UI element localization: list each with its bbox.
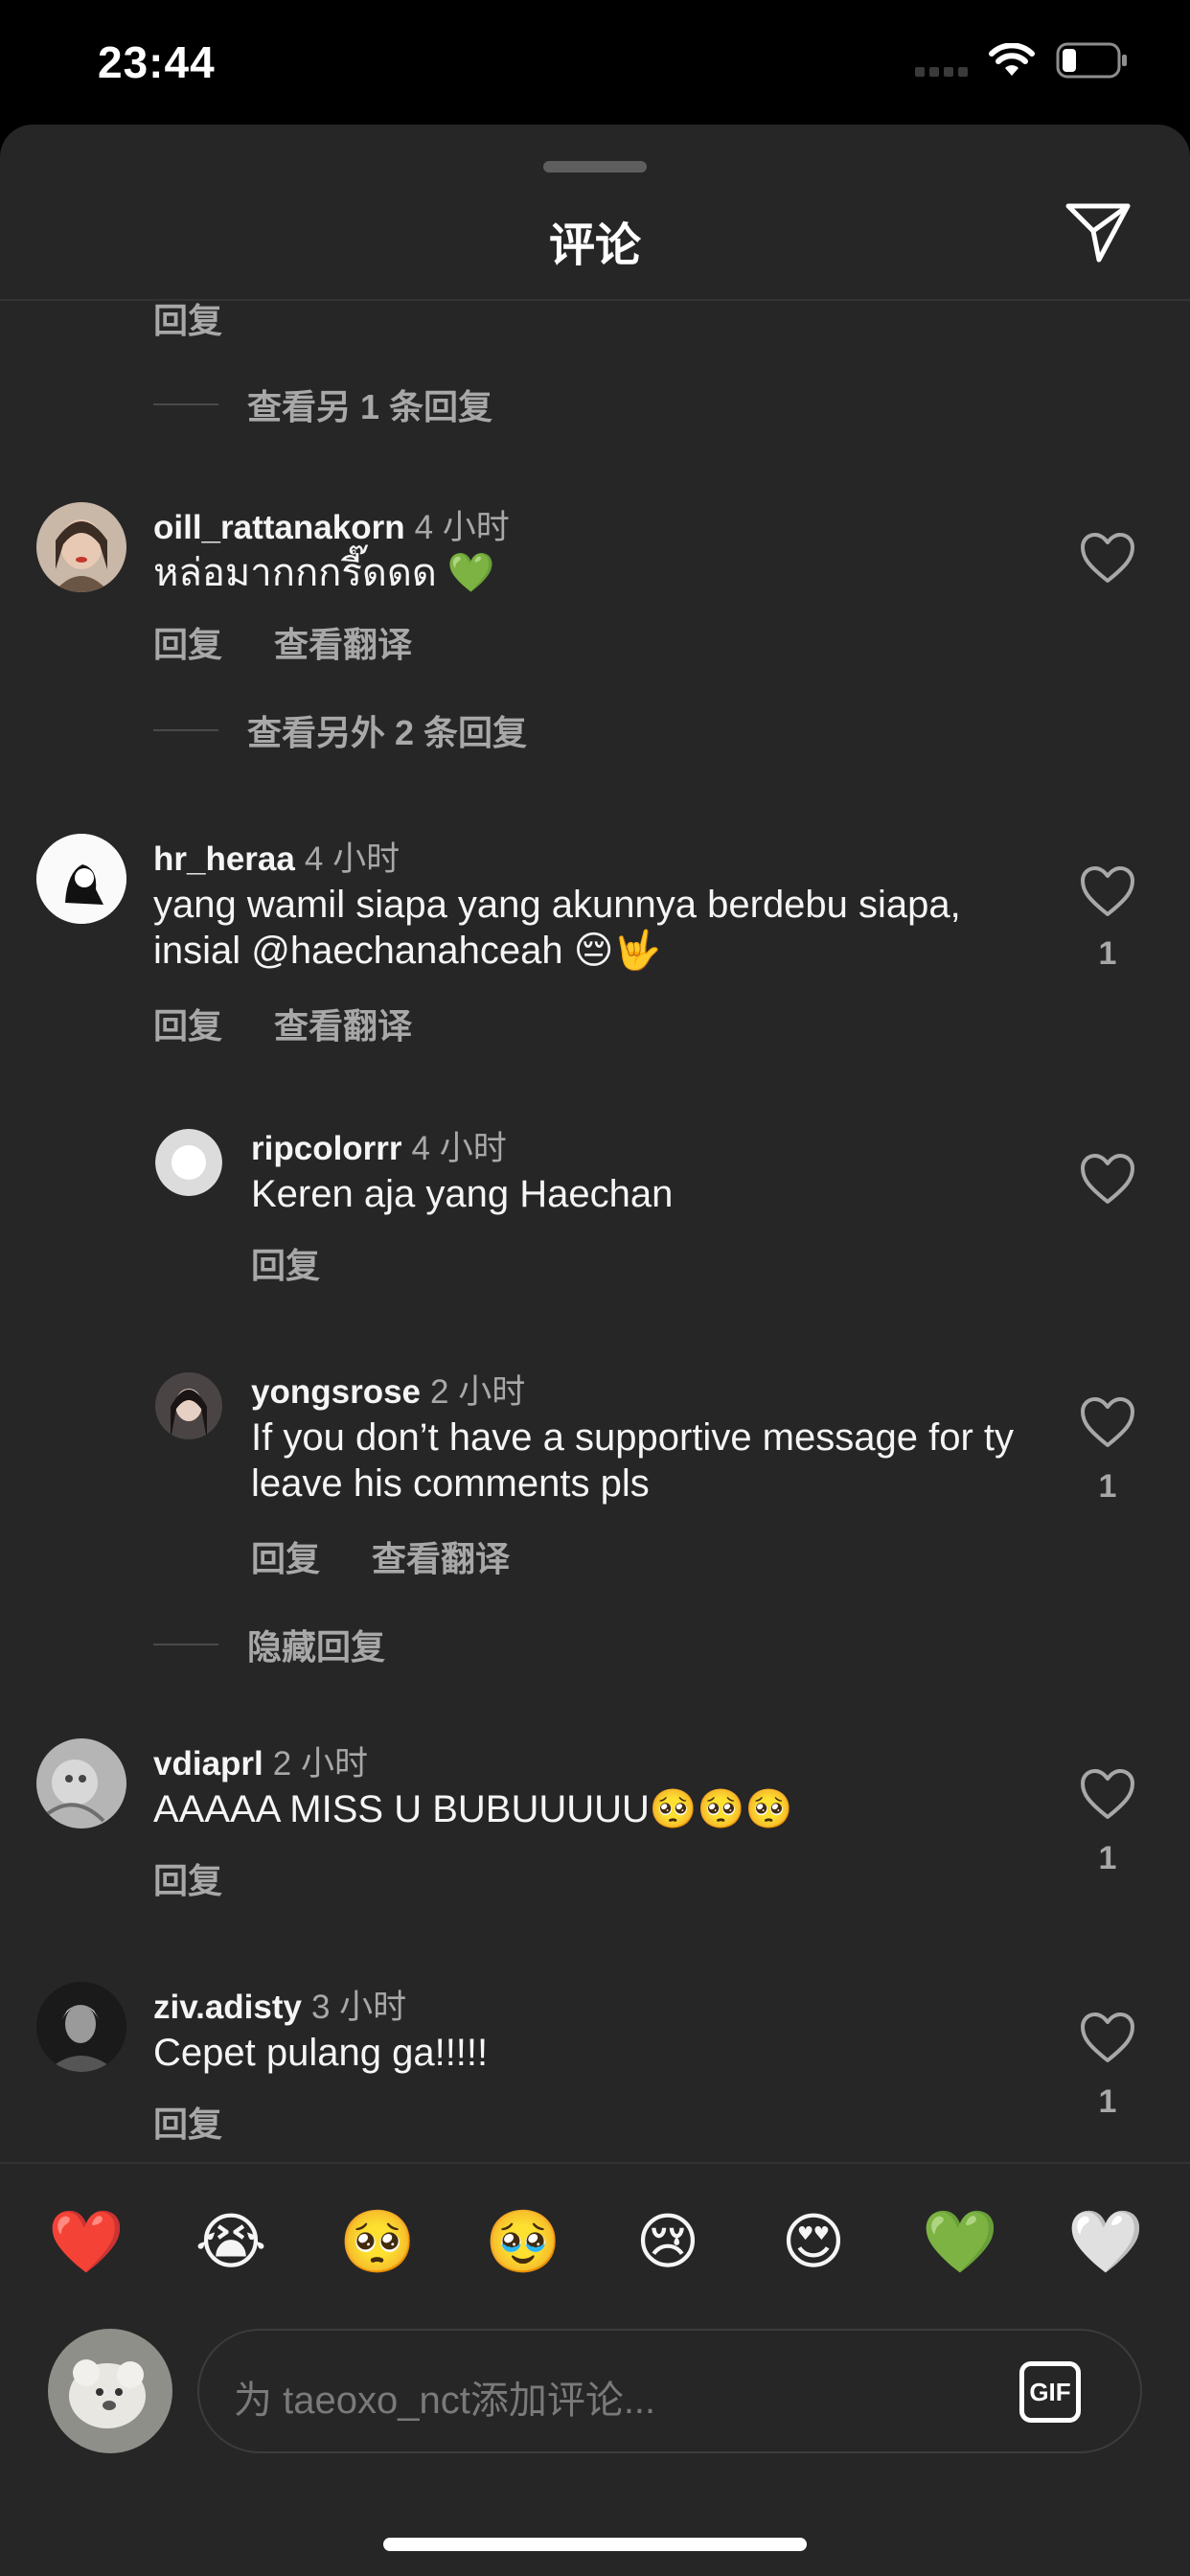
like-count: 1 (1098, 1840, 1117, 1876)
view-more-replies-label: 查看另外 2 条回复 (247, 713, 528, 752)
comment-list: 回复 查看另 1 条回复 oill_rattanakorn 4 小时 หล่อมา… (0, 301, 1190, 2218)
comment-header: ziv.adisty 3 小时 (153, 1980, 406, 2029)
sheet-grabber[interactable] (543, 161, 647, 172)
hide-replies-label: 隐藏回复 (247, 1627, 386, 1667)
cellular-signal-icon (915, 44, 968, 77)
emoji-button[interactable]: 🥺 (339, 2204, 416, 2279)
view-more-replies-label: 查看另 1 条回复 (247, 387, 493, 426)
like-count: 1 (1098, 1468, 1117, 1505)
send-icon (1065, 203, 1131, 263)
like-count: 1 (1098, 2083, 1117, 2120)
wifi-icon (989, 43, 1035, 76)
comment-time: 4 小时 (411, 1130, 507, 1167)
comment-text: Cepet pulang ga!!!!! (153, 2032, 489, 2074)
emoji-button[interactable]: ❤️ (48, 2204, 125, 2279)
gif-label: GIF (1029, 2377, 1071, 2406)
emoji-button[interactable]: 🤍 (1067, 2204, 1144, 2279)
comment-header: oill_rattanakorn 4 小时 (153, 500, 510, 549)
current-user-avatar (48, 2329, 172, 2453)
avatar[interactable] (36, 1738, 126, 1828)
avatar[interactable] (155, 1129, 222, 1196)
comment-username[interactable]: hr_heraa (153, 840, 295, 878)
divider-line (153, 1644, 218, 1645)
avatar[interactable] (155, 1372, 222, 1439)
comment-input-placeholder: 为 taeoxo_nct添加评论... (234, 2380, 656, 2422)
comment-time: 3 小时 (310, 1989, 407, 2026)
comment-text: หล่อมากกกรี๊ดดด 💚 (153, 552, 495, 594)
heart-icon[interactable] (1079, 531, 1136, 585)
reply-button[interactable]: 回复 (251, 1238, 320, 1288)
avatar[interactable] (36, 1982, 126, 2072)
reply-button[interactable]: 回复 (153, 2097, 222, 2147)
comment-username[interactable]: oill_rattanakorn (153, 509, 405, 546)
heart-icon[interactable] (1079, 864, 1136, 918)
comment-username[interactable]: ziv.adisty (153, 1989, 302, 2026)
view-more-replies[interactable]: 查看另 1 条回复 (153, 380, 492, 429)
comment-text: Keren aja yang Haechan (251, 1173, 674, 1215)
divider-line (153, 729, 218, 731)
comment-header: vdiaprl 2 小时 (153, 1736, 368, 1785)
comment-time: 4 小时 (414, 509, 510, 546)
home-indicator[interactable] (383, 2538, 807, 2551)
comment-time: 4 小时 (304, 840, 400, 878)
comment-header: ripcolorrr 4 小时 (251, 1121, 507, 1170)
emoji-button[interactable]: 😍 (776, 2204, 851, 2279)
reply-button[interactable]: 回复 (153, 999, 222, 1048)
avatar[interactable] (36, 502, 126, 592)
reply-button[interactable]: 回复 (153, 293, 222, 343)
comment-header: yongsrose 2 小时 (251, 1365, 525, 1414)
reply-button[interactable]: 回复 (153, 1853, 222, 1903)
like-count: 1 (1098, 935, 1117, 972)
view-more-replies[interactable]: 查看另外 2 条回复 (153, 705, 527, 755)
share-button[interactable] (1060, 194, 1136, 270)
emoji-button[interactable]: 💚 (922, 2204, 998, 2279)
avatar[interactable] (36, 834, 126, 924)
heart-icon[interactable] (1079, 1767, 1136, 1821)
emoji-quick-bar: ❤️ 😭 🥺 🥹 😢 😍 💚 🤍 (48, 2204, 1144, 2279)
comment-actions: 回复 (251, 1238, 320, 1288)
comment-actions: 回复 (153, 2097, 222, 2147)
status-icons (915, 42, 1129, 79)
comment-actions: 回复 (153, 1853, 222, 1903)
comment-text: If you don’t have a supportive message f… (251, 1416, 1014, 1505)
comment-actions: 回复 查看翻译 (251, 1531, 510, 1581)
comment-username[interactable]: ripcolorrr (251, 1130, 402, 1167)
comment-input[interactable]: 为 taeoxo_nct添加评论... GIF (197, 2329, 1142, 2453)
translate-button[interactable]: 查看翻译 (274, 617, 412, 667)
comment-header: hr_heraa 4 小时 (153, 832, 400, 881)
comment-actions: 回复 查看翻译 (153, 617, 412, 667)
sheet-header: 评论 (0, 182, 1190, 301)
status-time: 23:44 (98, 37, 216, 87)
reply-button[interactable]: 回复 (251, 1531, 320, 1581)
comment-time: 2 小时 (430, 1373, 526, 1411)
reply-button[interactable]: 回复 (153, 617, 222, 667)
sheet-title: 评论 (548, 220, 641, 271)
hide-replies-button[interactable]: 隐藏回复 (153, 1620, 385, 1669)
comment-actions: 回复 查看翻译 (153, 999, 412, 1048)
comment-time: 2 小时 (272, 1745, 368, 1782)
comment-text: yang wamil siapa yang akunnya berdebu si… (153, 884, 961, 972)
heart-icon[interactable] (1079, 2011, 1136, 2064)
battery-icon (1056, 42, 1127, 79)
emoji-button[interactable]: 😭 (194, 2204, 268, 2279)
translate-button[interactable]: 查看翻译 (274, 999, 412, 1048)
emoji-button[interactable]: 🥹 (485, 2204, 561, 2279)
translate-button[interactable]: 查看翻译 (372, 1531, 510, 1581)
heart-icon[interactable] (1079, 1152, 1136, 1206)
comment-composer-area: ❤️ 😭 🥺 🥹 😢 😍 💚 🤍 为 taeoxo_nct添加评论... GIF (0, 2162, 1190, 2576)
status-bar: 23:44 (0, 0, 1190, 126)
comment-username[interactable]: yongsrose (251, 1373, 421, 1411)
heart-icon[interactable] (1079, 1395, 1136, 1449)
emoji-button[interactable]: 😢 (630, 2204, 705, 2279)
gif-button[interactable]: GIF (1019, 2361, 1081, 2423)
comment-text: AAAAA MISS U BUBUUUUU🥺🥺🥺 (153, 1788, 793, 1830)
comment-username[interactable]: vdiaprl (153, 1745, 263, 1782)
divider-line (153, 403, 218, 405)
